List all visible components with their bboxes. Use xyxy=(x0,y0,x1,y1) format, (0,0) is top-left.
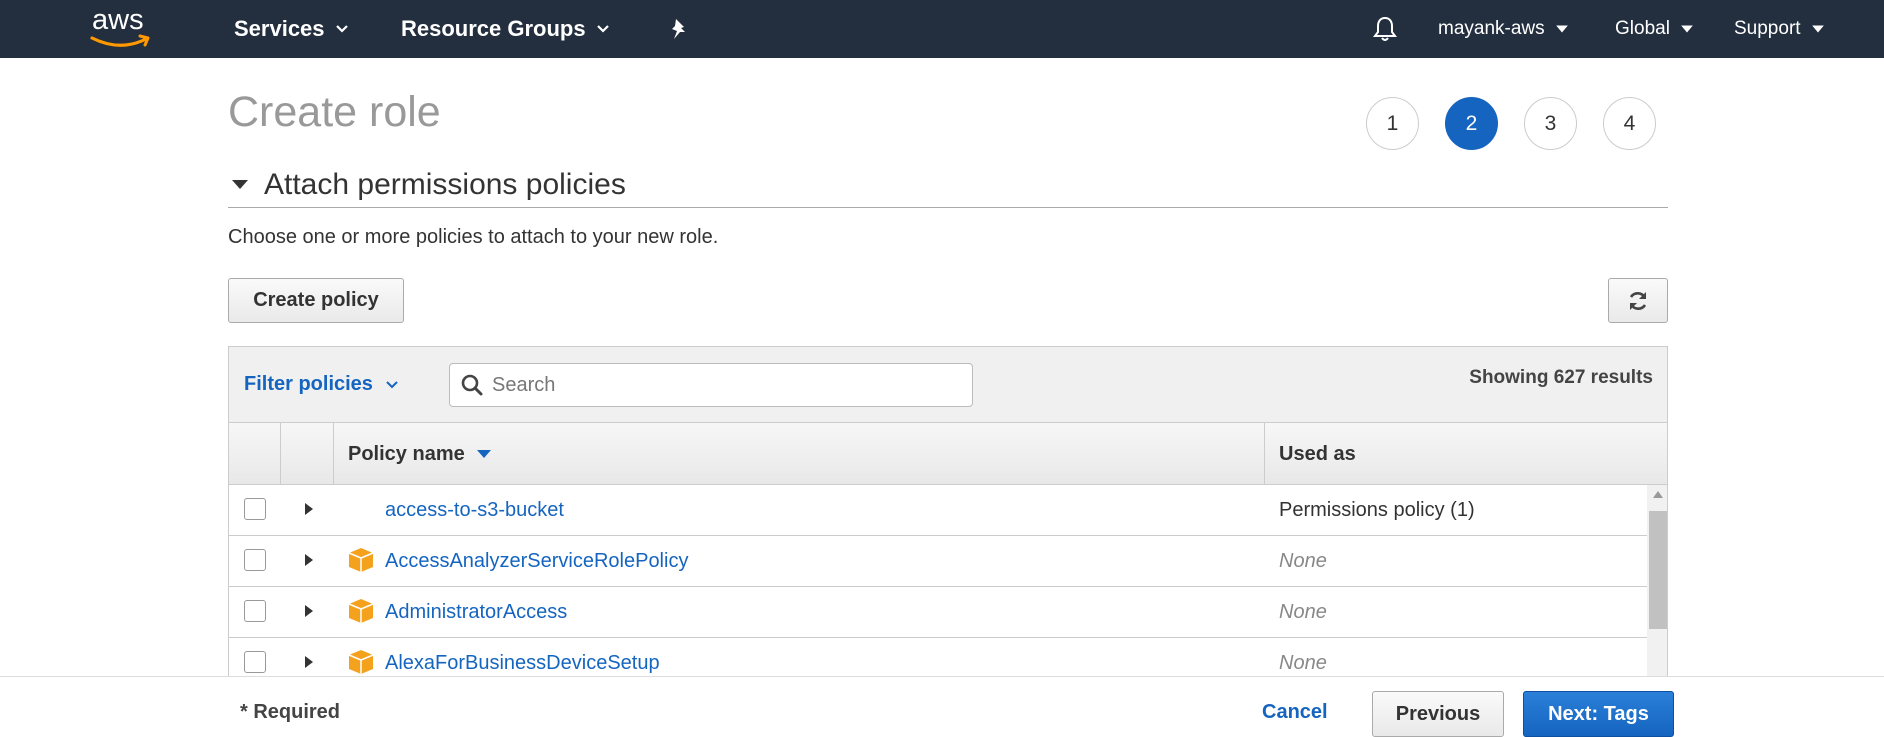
next-tags-button[interactable]: Next: Tags xyxy=(1523,691,1674,737)
wizard-footer: * Required Cancel Previous Next: Tags xyxy=(0,676,1884,737)
support-label: Support xyxy=(1734,18,1801,39)
account-menu[interactable]: mayank-aws xyxy=(1438,0,1569,58)
policy-name-link[interactable]: AlexaForBusinessDeviceSetup xyxy=(385,652,660,675)
required-note: * Required xyxy=(240,701,341,723)
policy-name-link[interactable]: AccessAnalyzerServiceRolePolicy xyxy=(385,550,688,573)
cancel-link[interactable]: Cancel xyxy=(1262,701,1328,724)
step-4[interactable]: 4 xyxy=(1603,97,1656,150)
search-icon xyxy=(461,374,483,396)
table-toolbar: Filter policies Showing 627 results xyxy=(229,347,1667,423)
bell-icon xyxy=(1373,16,1397,41)
account-label: mayank-aws xyxy=(1438,18,1545,39)
expand-row-icon[interactable] xyxy=(305,503,313,515)
search-box[interactable] xyxy=(449,363,973,407)
table-header: Policy name Used as xyxy=(229,423,1667,485)
chevron-down-icon xyxy=(335,25,348,33)
notifications-button[interactable] xyxy=(1373,0,1397,58)
used-as-column-header[interactable]: Used as xyxy=(1265,423,1667,485)
chevron-down-icon xyxy=(596,25,609,33)
collapse-triangle-icon xyxy=(232,180,248,189)
aws-managed-policy-icon xyxy=(348,599,374,623)
filter-policies-label: Filter policies xyxy=(244,373,373,395)
used-as-value: None xyxy=(1279,550,1327,572)
support-menu[interactable]: Support xyxy=(1734,0,1825,58)
header-checkbox-column xyxy=(229,423,281,485)
top-navigation-bar: aws Services Resource Groups mayank-aws xyxy=(0,0,1884,58)
sort-desc-icon xyxy=(476,450,491,458)
expand-row-icon[interactable] xyxy=(305,605,313,617)
refresh-icon xyxy=(1629,291,1647,310)
previous-button[interactable]: Previous xyxy=(1372,691,1504,737)
table-row: AccessAnalyzerServiceRolePolicy None xyxy=(229,536,1647,587)
table-scrollbar[interactable] xyxy=(1647,485,1667,676)
expand-row-icon[interactable] xyxy=(305,554,313,566)
expand-row-icon[interactable] xyxy=(305,656,313,668)
page-title: Create role xyxy=(228,88,441,136)
create-policy-button[interactable]: Create policy xyxy=(228,278,404,323)
section-header[interactable]: Attach permissions policies xyxy=(228,162,1668,208)
aws-logo[interactable]: aws xyxy=(88,4,158,52)
used-as-header-label: Used as xyxy=(1279,442,1356,465)
table-row: AdministratorAccess None xyxy=(229,587,1647,638)
used-as-value: Permissions policy (1) xyxy=(1279,499,1475,521)
search-input[interactable] xyxy=(492,373,952,397)
table-row: access-to-s3-bucket Permissions policy (… xyxy=(229,485,1647,536)
used-as-value: None xyxy=(1279,601,1327,623)
aws-managed-policy-icon xyxy=(348,650,374,674)
results-count: Showing 627 results xyxy=(1469,367,1653,388)
caret-down-icon xyxy=(1811,25,1824,33)
chevron-down-icon xyxy=(386,380,398,388)
scroll-up-arrow-icon[interactable] xyxy=(1653,491,1663,498)
pin-button[interactable] xyxy=(668,0,690,58)
refresh-button[interactable] xyxy=(1608,278,1668,323)
services-menu[interactable]: Services xyxy=(234,0,349,58)
policy-name-column-header[interactable]: Policy name xyxy=(334,423,1265,485)
scrollbar-thumb[interactable] xyxy=(1649,511,1667,629)
caret-down-icon xyxy=(1681,25,1693,33)
aws-logo-text: aws xyxy=(92,4,144,36)
policy-name-header-label: Policy name xyxy=(348,442,465,465)
step-3[interactable]: 3 xyxy=(1524,97,1577,150)
caret-down-icon xyxy=(1555,25,1568,33)
policy-name-link[interactable]: access-to-s3-bucket xyxy=(385,499,564,522)
row-checkbox[interactable] xyxy=(244,549,266,571)
resource-groups-menu[interactable]: Resource Groups xyxy=(401,0,610,58)
section-title: Attach permissions policies xyxy=(264,167,626,201)
used-as-value: None xyxy=(1279,652,1327,674)
table-body: access-to-s3-bucket Permissions policy (… xyxy=(229,485,1647,676)
table-row: AlexaForBusinessDeviceSetup None xyxy=(229,638,1647,676)
step-1[interactable]: 1 xyxy=(1366,97,1419,150)
row-checkbox[interactable] xyxy=(244,498,266,520)
policy-name-link[interactable]: AdministratorAccess xyxy=(385,601,567,624)
section-description: Choose one or more policies to attach to… xyxy=(228,226,719,248)
wizard-steps: 1 2 3 4 xyxy=(1366,97,1656,150)
row-checkbox[interactable] xyxy=(244,600,266,622)
region-menu[interactable]: Global xyxy=(1615,0,1694,58)
pin-icon xyxy=(672,19,685,39)
policies-table: Filter policies Showing 627 results Poli… xyxy=(228,346,1668,676)
region-label: Global xyxy=(1615,18,1670,39)
step-2[interactable]: 2 xyxy=(1445,97,1498,150)
resource-groups-label: Resource Groups xyxy=(401,16,586,41)
services-label: Services xyxy=(234,16,325,41)
row-checkbox[interactable] xyxy=(244,651,266,673)
aws-smile-icon xyxy=(90,34,150,47)
aws-managed-policy-icon xyxy=(348,548,374,572)
header-expand-column xyxy=(281,423,334,485)
filter-policies-dropdown[interactable]: Filter policies xyxy=(244,373,399,396)
